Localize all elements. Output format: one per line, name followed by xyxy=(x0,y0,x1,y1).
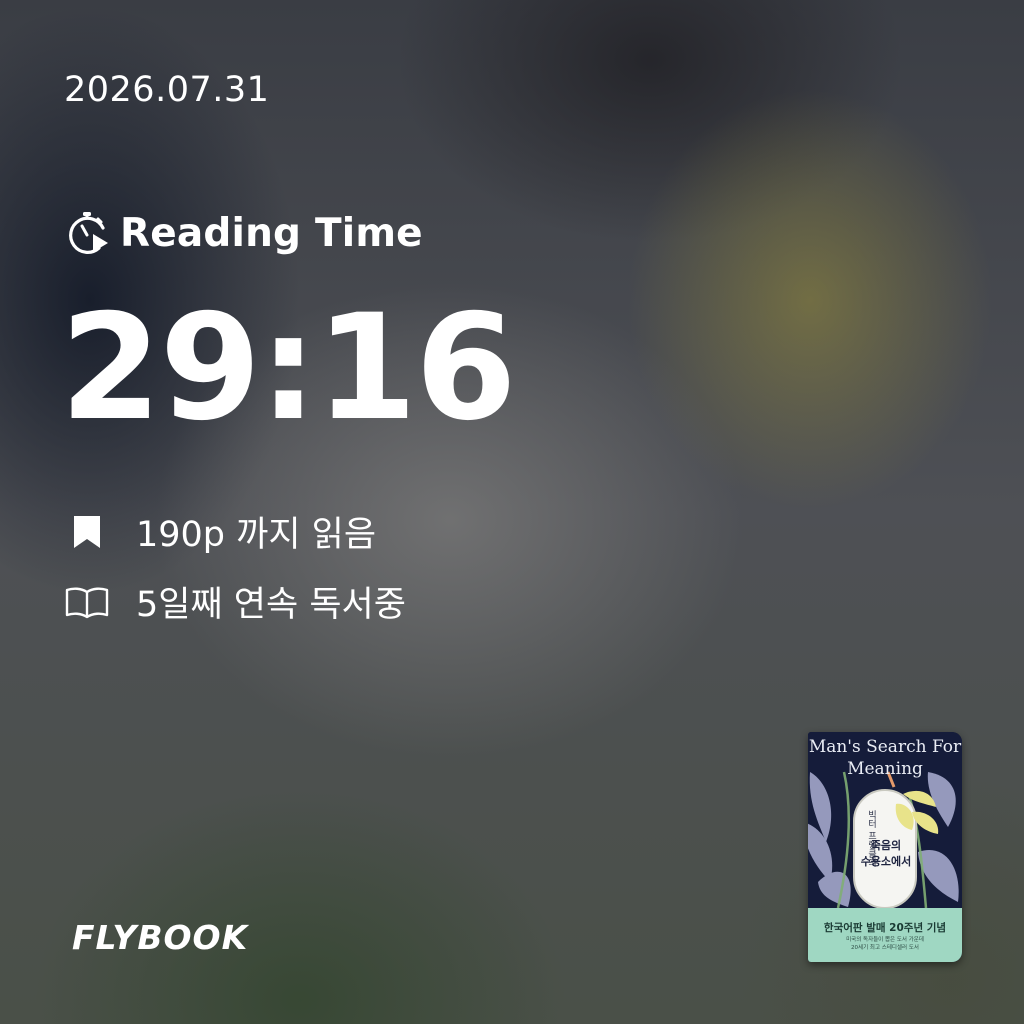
reading-time-header: Reading Time xyxy=(64,210,423,256)
pages-read-row: 190p 까지 읽음 xyxy=(64,506,376,557)
streak-text: 5일째 연속 독서중 xyxy=(136,585,406,625)
streak-row: 5일째 연속 독서중 xyxy=(64,576,406,627)
reading-time-label: Reading Time xyxy=(120,210,423,256)
open-book-icon xyxy=(64,580,110,624)
reading-time-value: 29:16 xyxy=(60,283,517,453)
cover-korean-title: 죽음의 수용소에서 xyxy=(860,839,912,868)
pages-read-text: 190p 까지 읽음 xyxy=(136,515,377,555)
date-label: 2026.07.31 xyxy=(64,70,270,110)
cover-band-subtitle: 미국의 독자들이 뽑은 도서 가운데 20세기 최고 스테디셀러 도서 xyxy=(846,937,924,951)
reading-share-card: 2026.07.31 Reading Time 29:16 190p 까지 읽음 xyxy=(0,0,1024,1024)
stopwatch-play-icon xyxy=(69,212,108,254)
flybook-logo: FLYBOOK xyxy=(72,918,249,957)
book-cover: Man's Search For Meaning 빅터 프랭클의 죽음의 수용소… xyxy=(808,732,962,962)
cover-english-title: Man's Search For Meaning xyxy=(808,737,962,779)
cover-promo-band: 한국어판 발매 20주년 기념 미국의 독자들이 뽑은 도서 가운데 20세기 … xyxy=(808,908,962,962)
bookmark-icon xyxy=(64,510,110,554)
cover-band-title: 한국어판 발매 20주년 기념 xyxy=(823,922,947,934)
